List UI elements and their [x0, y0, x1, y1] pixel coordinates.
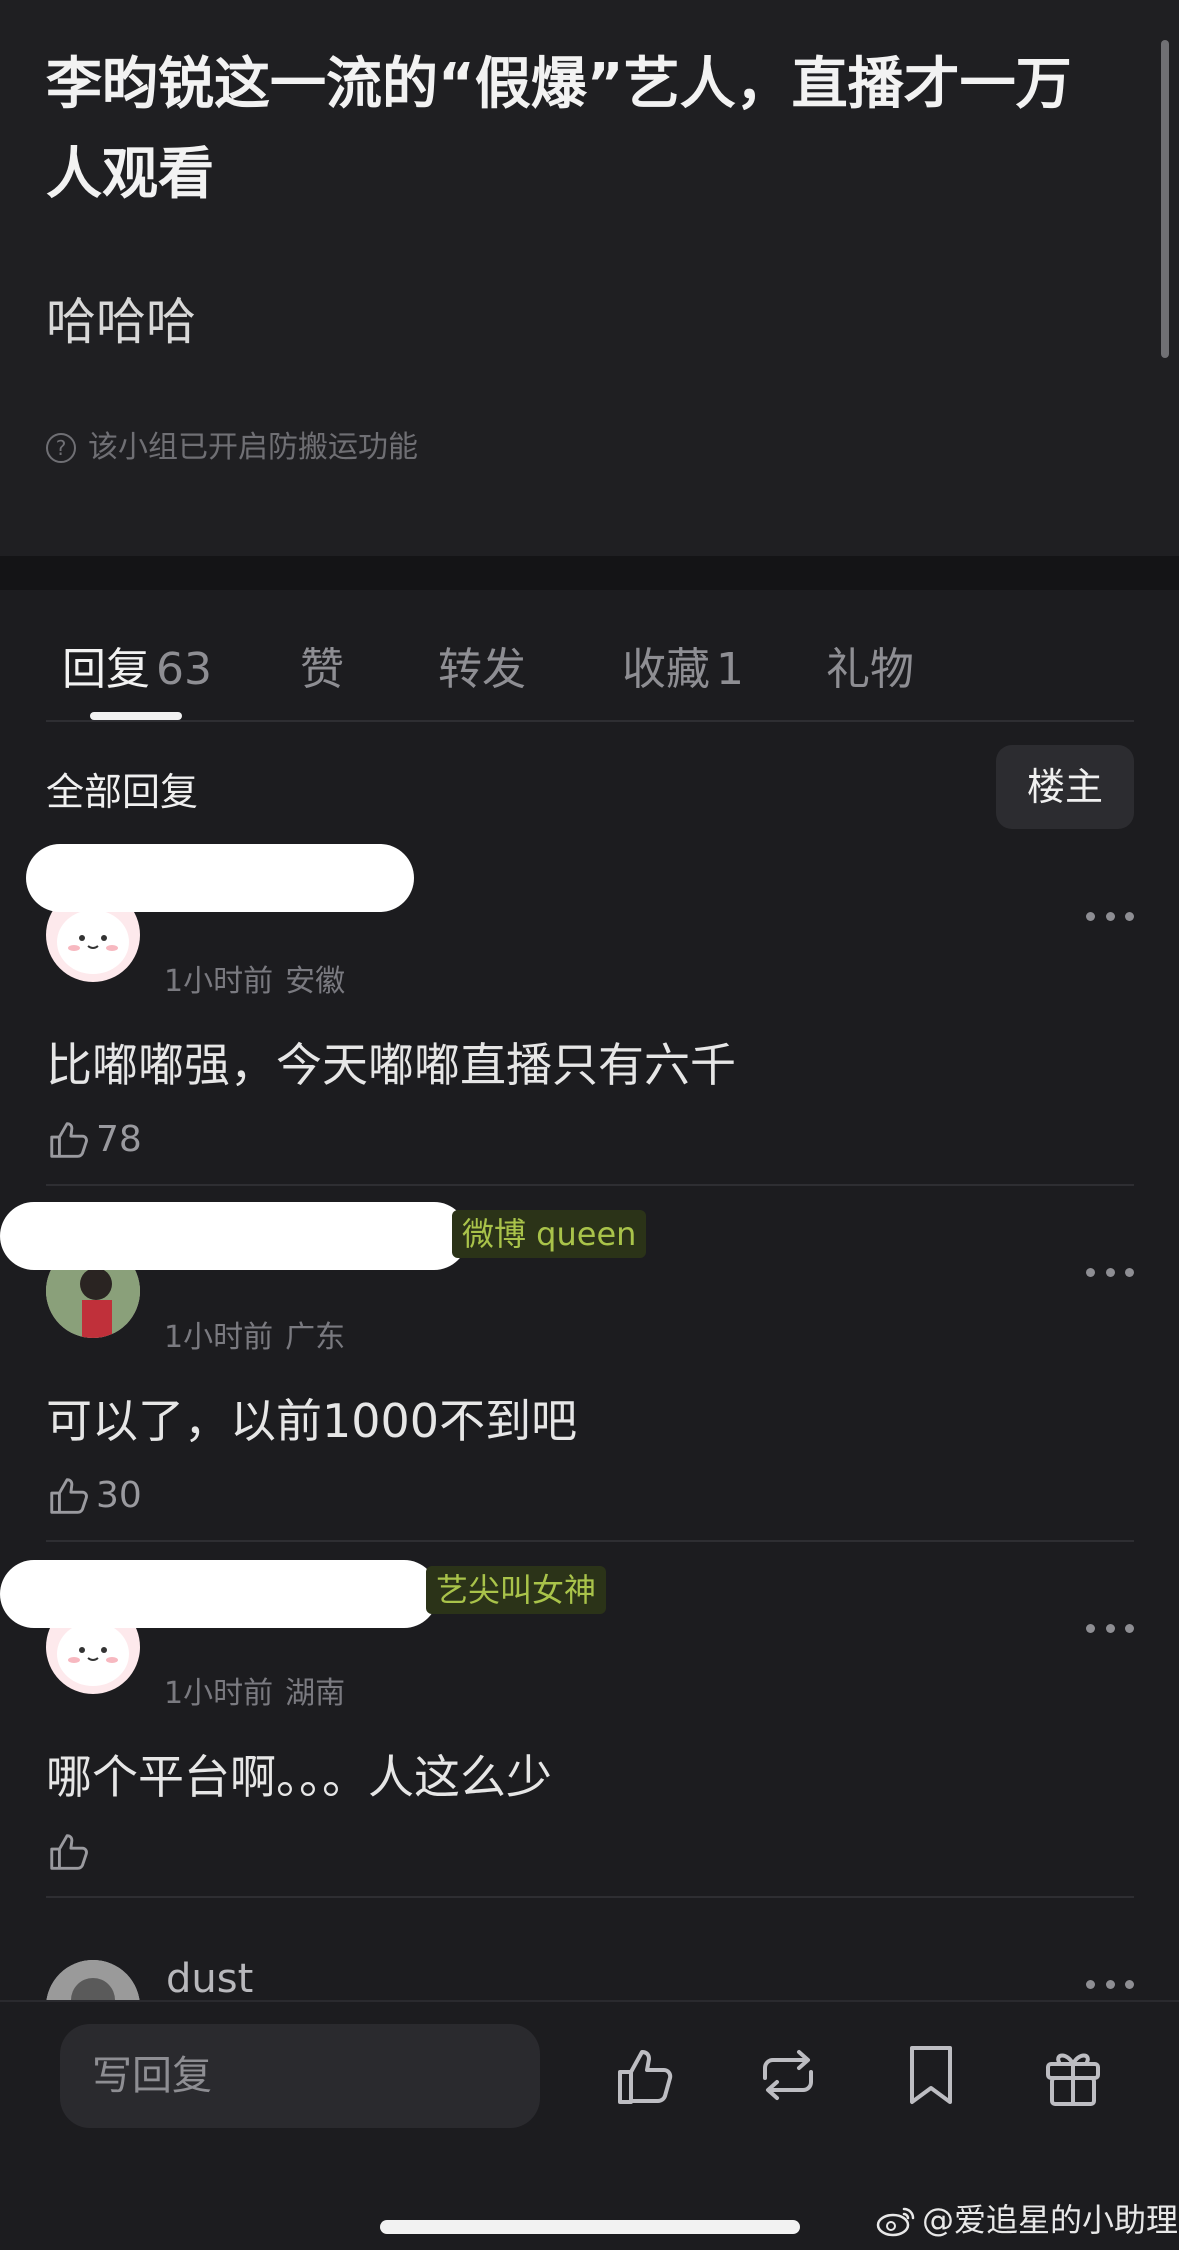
thumbs-up-icon [50, 1122, 88, 1158]
like-button[interactable] [46, 1826, 96, 1876]
more-options-icon[interactable] [1086, 908, 1134, 924]
tab-replies[interactable]: 回复 63 [62, 630, 212, 710]
comment-text: 比嘟嘟强，今天嘟嘟直播只有六千 [46, 1038, 736, 1092]
tab-reposts[interactable]: 转发 [438, 630, 526, 710]
bookmark-icon[interactable] [898, 2040, 964, 2110]
question-circle-icon: ? [46, 433, 76, 463]
scrollbar[interactable] [1161, 40, 1169, 358]
redacted-username [0, 1202, 468, 1270]
thumbs-up-icon [50, 1834, 88, 1870]
tab-favorites[interactable]: 收藏 1 [622, 630, 744, 710]
avatar[interactable] [46, 1960, 140, 2000]
comment-item: 1小时前 安徽 比嘟嘟强，今天嘟嘟直播只有六千 78 [0, 830, 1179, 1186]
home-indicator[interactable] [380, 2220, 800, 2234]
more-options-icon[interactable] [1086, 1620, 1134, 1636]
comment-text: 可以了，以前1000不到吧 [46, 1394, 578, 1448]
post-header: 李昀锐这一流的“假爆”艺人，直播才一万人观看 哈哈哈 ? 该小组已开启防搬运功能 [0, 0, 1179, 556]
tabs-divider [46, 720, 1134, 722]
comment-meta: 1小时前 广东 [164, 1318, 345, 1358]
tab-label: 转发 [438, 644, 526, 695]
like-count: 78 [96, 1118, 142, 1160]
fan-badge: 艺尖叫女神 [426, 1566, 607, 1614]
notice-text: 该小组已开启防搬运功能 [88, 430, 418, 465]
comment-time: 1小时前 [164, 1320, 274, 1355]
comment-username[interactable]: dust [166, 1954, 253, 2000]
tab-label: 礼物 [826, 644, 914, 695]
comment-meta: 1小时前 湖南 [164, 1674, 345, 1714]
like-icon[interactable] [614, 2040, 680, 2110]
comment-item: 艺尖叫女神 1小时前 湖南 哪个平台啊。。。人这么少 [0, 1542, 1179, 1898]
tab-label: 回复 [62, 644, 150, 695]
comment-divider [46, 1896, 1134, 1898]
op-only-button[interactable]: 楼主 [996, 745, 1134, 829]
photo-avatar-icon [46, 1960, 140, 2000]
weibo-logo-icon [876, 2207, 915, 2237]
like-count: 30 [96, 1474, 142, 1516]
anti-repost-notice: ? 该小组已开启防搬运功能 [46, 428, 418, 468]
comment-item-partial: dust [0, 1930, 1179, 2000]
tab-count: 63 [156, 644, 212, 695]
comment-meta: 1小时前 安徽 [164, 962, 345, 1002]
like-button[interactable]: 78 [46, 1114, 142, 1164]
thumbs-up-icon [50, 1478, 88, 1514]
comment-text: 哪个平台啊。。。人这么少 [46, 1750, 552, 1804]
fan-badge: 微博 queen [452, 1210, 647, 1258]
tab-likes[interactable]: 赞 [300, 630, 344, 710]
comment-time: 1小时前 [164, 964, 274, 999]
like-button[interactable]: 30 [46, 1470, 142, 1520]
post-body: 哈哈哈 [46, 293, 196, 351]
reply-input[interactable]: 写回复 [60, 2024, 540, 2128]
comment-item: 微博 queen 1小时前 广东 可以了，以前1000不到吧 30 [0, 1186, 1179, 1542]
tab-label: 赞 [300, 644, 344, 695]
redacted-username [26, 844, 414, 912]
weibo-watermark: @爱追星的小助理 [876, 2198, 1178, 2242]
more-options-icon[interactable] [1086, 1976, 1134, 1992]
repost-icon[interactable] [755, 2040, 821, 2110]
more-options-icon[interactable] [1086, 1264, 1134, 1280]
section-separator [0, 556, 1179, 590]
comment-location: 安徽 [285, 964, 346, 999]
tab-gifts[interactable]: 礼物 [826, 630, 914, 710]
bottom-action-bar: 写回复 @爱追星的小助理 [0, 2000, 1179, 2250]
tab-count: 1 [716, 644, 744, 695]
comment-location: 湖南 [285, 1676, 346, 1711]
post-title: 李昀锐这一流的“假爆”艺人，直播才一万人观看 [46, 52, 1072, 207]
tab-label: 收藏 [622, 644, 710, 695]
tab-bar: 回复 63 赞 转发 收藏 1 礼物 [46, 630, 1134, 710]
watermark-text: @爱追星的小助理 [922, 2201, 1179, 2239]
redacted-username [0, 1560, 438, 1628]
replies-section: 回复 63 赞 转发 收藏 1 礼物 全部回复 楼主 1小时前 安徽 比嘟嘟强，… [0, 590, 1179, 2000]
comment-location: 广东 [285, 1320, 346, 1355]
all-replies-label: 全部回复 [46, 770, 199, 814]
active-tab-indicator [90, 712, 182, 720]
comment-time: 1小时前 [164, 1676, 274, 1711]
gift-icon[interactable] [1040, 2040, 1106, 2110]
